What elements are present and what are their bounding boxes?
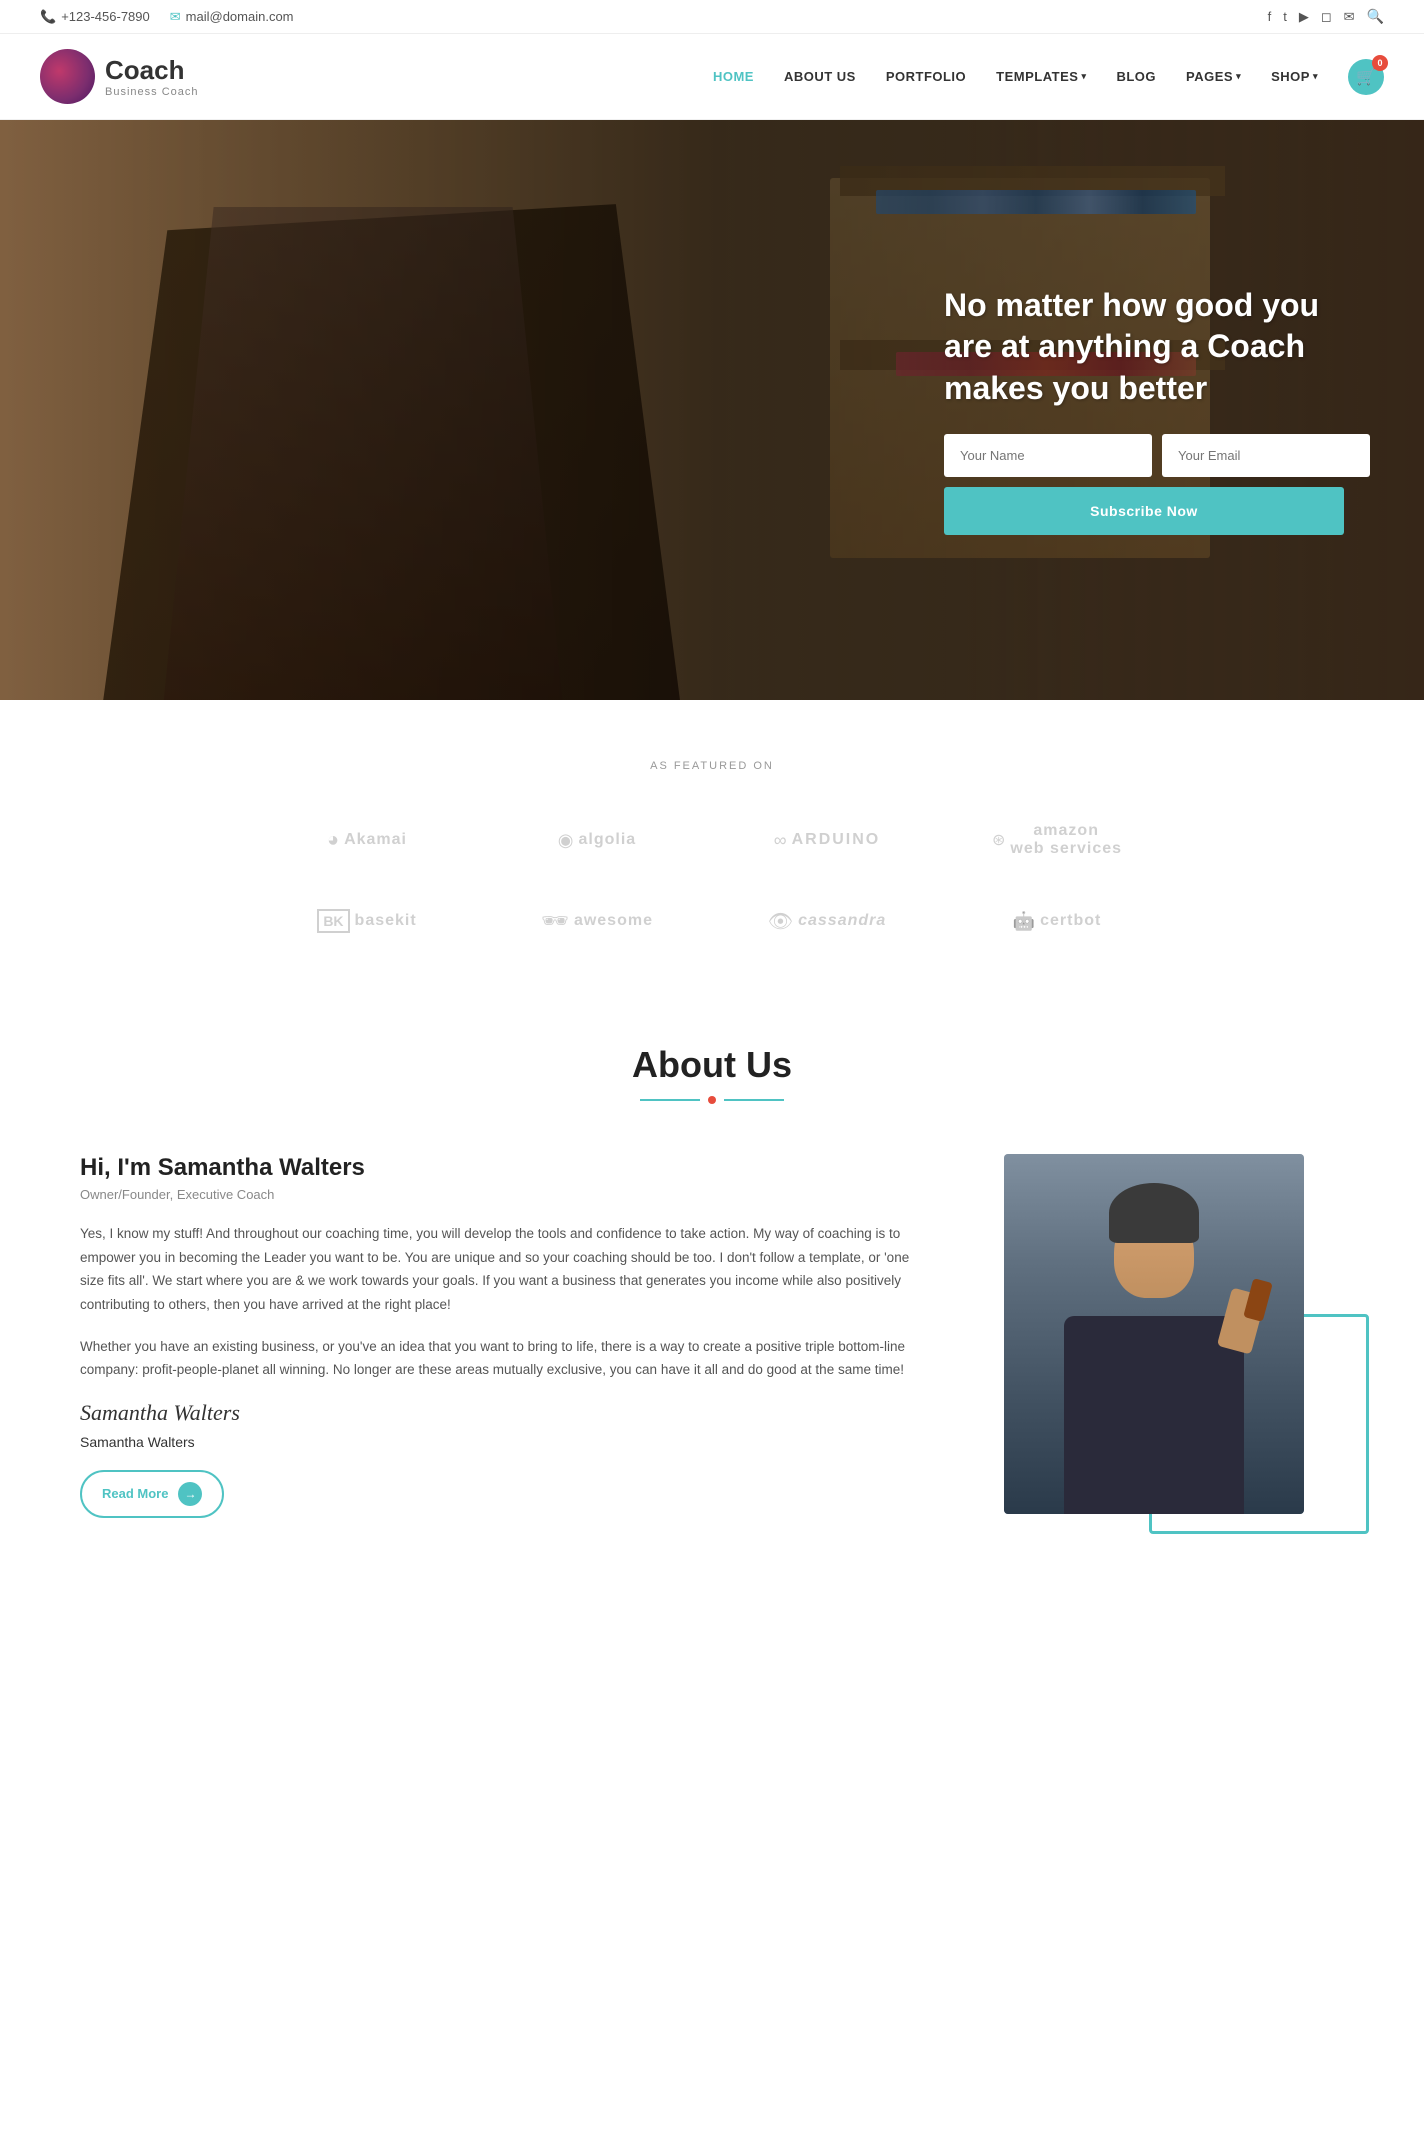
about-text: Hi, I'm Samantha Walters Owner/Founder, … — [80, 1154, 924, 1518]
algolia-text: algolia — [579, 831, 637, 849]
header: Coach Business Coach HOME ABOUT US PORTF… — [0, 34, 1424, 120]
read-more-button[interactable]: Read More → — [80, 1470, 224, 1518]
certbot-text: certbot — [1040, 912, 1101, 930]
basekit-text: basekit — [355, 912, 417, 930]
akamai-icon: ◕ — [327, 829, 339, 852]
about-section: About Us Hi, I'm Samantha Walters Owner/… — [0, 984, 1424, 1598]
arduino-text: ARDUINO — [792, 831, 881, 849]
brand-cassandra: 👁 cassandra — [722, 898, 932, 944]
hero-inputs — [944, 434, 1344, 477]
signature: Samantha Walters — [80, 1400, 924, 1426]
signature-name: Samantha Walters — [80, 1434, 924, 1450]
email-icon: ✉ — [170, 9, 181, 25]
phone-icon: 📞 — [40, 9, 56, 25]
main-nav: HOME ABOUT US PORTFOLIO TEMPLATES ▾ BLOG… — [713, 59, 1384, 95]
top-bar-social: f t ▶ ◻ ✉ 🔍 — [1268, 8, 1384, 25]
chevron-down-icon: ▾ — [1313, 71, 1318, 82]
nav-templates[interactable]: TEMPLATES ▾ — [996, 69, 1086, 84]
brand-certbot: 🤖 certbot — [952, 898, 1162, 944]
about-section-title: About Us — [80, 1044, 1344, 1086]
akamai-text: Akamai — [344, 831, 407, 849]
youtube-icon[interactable]: ▶ — [1299, 9, 1309, 25]
basekit-icon: BK — [317, 909, 349, 933]
cart-icon: 🛒 — [1356, 67, 1376, 87]
person-image-simulation — [1004, 1154, 1304, 1514]
brand-aws: ⊛ amazonweb services — [952, 812, 1162, 868]
brand-algolia: ◉ algolia — [492, 812, 702, 868]
email-input[interactable] — [1162, 434, 1370, 477]
subscribe-button[interactable]: Subscribe Now — [944, 487, 1344, 535]
title-divider — [80, 1096, 1344, 1104]
about-image-container — [1004, 1154, 1344, 1514]
phone-contact[interactable]: 📞 +123-456-7890 — [40, 9, 150, 25]
arrow-right-icon: → — [178, 1482, 202, 1506]
logo-text: Coach Business Coach — [105, 55, 199, 98]
arduino-icon: ∞ — [774, 830, 787, 851]
nav-pages[interactable]: PAGES ▾ — [1186, 69, 1241, 84]
chevron-down-icon: ▾ — [1081, 71, 1086, 82]
mail-icon[interactable]: ✉ — [1344, 9, 1355, 25]
brand-awesome: 🕶 awesome — [492, 898, 702, 944]
about-content: Hi, I'm Samantha Walters Owner/Founder, … — [80, 1154, 1344, 1518]
cart-badge: 0 — [1372, 55, 1388, 71]
brand-logo-grid: ◕ Akamai ◉ algolia ∞ ARDUINO ⊛ amazonweb… — [262, 812, 1162, 944]
logo[interactable]: Coach Business Coach — [40, 49, 199, 104]
certbot-icon: 🤖 — [1013, 911, 1035, 932]
nav-home[interactable]: HOME — [713, 69, 754, 84]
hero-form: Subscribe Now — [944, 434, 1344, 535]
hero-title: No matter how good you are at anything a… — [944, 285, 1344, 410]
awesome-text: awesome — [574, 912, 653, 930]
cassandra-icon: 👁 — [768, 909, 793, 934]
facebook-icon[interactable]: f — [1268, 9, 1272, 24]
brand-akamai: ◕ Akamai — [262, 812, 472, 868]
divider-line-left — [640, 1099, 700, 1101]
nav-about[interactable]: ABOUT US — [784, 69, 856, 84]
about-para-2: Whether you have an existing business, o… — [80, 1335, 924, 1382]
phone-number: +123-456-7890 — [61, 9, 150, 24]
search-icon[interactable]: 🔍 — [1367, 8, 1384, 25]
awesome-icon: 🕶 — [541, 908, 569, 934]
cart-button[interactable]: 🛒 0 — [1348, 59, 1384, 95]
about-image — [1004, 1154, 1304, 1514]
cassandra-text: cassandra — [798, 912, 886, 930]
instagram-icon[interactable]: ◻ — [1321, 9, 1332, 25]
chevron-down-icon: ▾ — [1236, 71, 1241, 82]
nav-shop[interactable]: SHOP ▾ — [1271, 69, 1318, 84]
person-name: Hi, I'm Samantha Walters — [80, 1154, 924, 1182]
aws-text: amazonweb services — [1010, 822, 1122, 858]
algolia-icon: ◉ — [558, 830, 574, 851]
aws-icon: ⊛ — [992, 830, 1005, 850]
brand-arduino: ∞ ARDUINO — [722, 812, 932, 868]
featured-section: AS FEATURED ON ◕ Akamai ◉ algolia ∞ ARDU… — [0, 700, 1424, 984]
email-address: mail@domain.com — [186, 9, 294, 24]
hero-content: No matter how good you are at anything a… — [944, 285, 1344, 536]
top-bar-contact: 📞 +123-456-7890 ✉ mail@domain.com — [40, 9, 294, 25]
divider-line-right — [724, 1099, 784, 1101]
about-para-1: Yes, I know my stuff! And throughout our… — [80, 1222, 924, 1317]
divider-dot — [708, 1096, 716, 1104]
twitter-icon[interactable]: t — [1283, 9, 1287, 24]
hero-section: No matter how good you are at anything a… — [0, 120, 1424, 700]
name-input[interactable] — [944, 434, 1152, 477]
logo-tagline: Business Coach — [105, 86, 199, 98]
logo-name: Coach — [105, 55, 199, 86]
read-more-label: Read More — [102, 1486, 168, 1501]
featured-label: AS FEATURED ON — [40, 760, 1384, 772]
logo-circle — [40, 49, 95, 104]
email-contact[interactable]: ✉ mail@domain.com — [170, 9, 294, 25]
person-role: Owner/Founder, Executive Coach — [80, 1187, 924, 1202]
nav-portfolio[interactable]: PORTFOLIO — [886, 69, 966, 84]
brand-basekit: BK basekit — [262, 898, 472, 944]
top-bar: 📞 +123-456-7890 ✉ mail@domain.com f t ▶ … — [0, 0, 1424, 34]
nav-blog[interactable]: BLOG — [1116, 69, 1156, 84]
